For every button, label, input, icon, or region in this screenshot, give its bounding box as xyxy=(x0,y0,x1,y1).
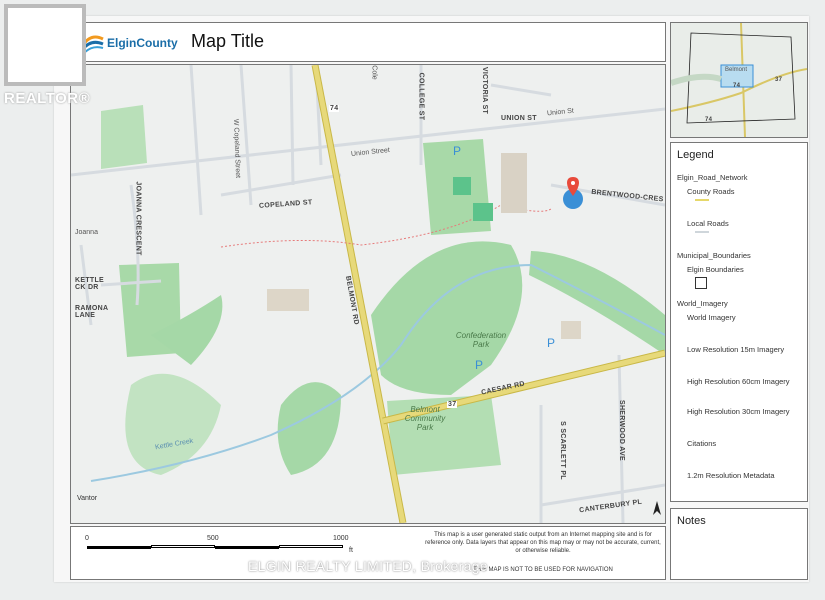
legend-title: Legend xyxy=(677,149,714,161)
street-label: Cole xyxy=(370,65,378,80)
legend-item: Elgin Boundaries xyxy=(687,265,744,274)
notes-panel: Notes xyxy=(670,508,808,580)
scale-bar-segment xyxy=(87,546,151,549)
sports-field xyxy=(473,203,493,221)
street-label: Joanna xyxy=(75,229,98,236)
park-area-north xyxy=(101,105,147,169)
realtor-label: REALTOR® xyxy=(4,90,91,107)
map-title: Map Title xyxy=(191,31,265,51)
street-label: COLLEGE ST xyxy=(417,72,425,121)
legend-item: County Roads xyxy=(687,187,735,196)
scale-bar-segment xyxy=(279,545,343,548)
legend-group: World_Imagery xyxy=(677,299,728,308)
north-arrow-icon xyxy=(653,501,661,515)
scale-bar-segment xyxy=(215,546,279,549)
scale-bar-segment xyxy=(151,545,215,548)
park-label: Belmont Community Park xyxy=(404,405,446,432)
legend-item: Citations xyxy=(687,439,717,448)
scale-tick: 500 xyxy=(207,535,219,542)
legend-item: Local Roads xyxy=(687,219,729,228)
disclaimer-text: This map is a user generated static outp… xyxy=(425,532,661,554)
legend-item: High Resolution 60cm Imagery xyxy=(687,377,790,386)
confederation-park-area xyxy=(371,241,523,395)
scale-tick: 1000 xyxy=(333,535,349,542)
park-area-southwest xyxy=(125,373,221,475)
legend-item: 1.2m Resolution Metadata xyxy=(687,471,775,480)
overview-map[interactable]: Belmont 74 37 74 xyxy=(670,22,808,138)
overview-place-label: Belmont xyxy=(725,67,748,73)
legend-item: High Resolution 30cm Imagery xyxy=(687,407,790,416)
realtor-watermark: REALTOR® xyxy=(0,0,98,110)
overview-road-label: 74 xyxy=(705,117,713,123)
legend-panel: Legend Elgin_Road_Network County Roads L… xyxy=(670,142,808,502)
parking-icon: P xyxy=(547,336,555,350)
logo-text: ElginCounty xyxy=(107,36,178,50)
legend-item: Low Resolution 15m Imagery xyxy=(687,345,785,354)
realtor-logo-icon xyxy=(4,4,86,86)
overview-road-label: 37 xyxy=(775,77,783,83)
street-label: SHERWOOD AVE xyxy=(618,399,626,462)
map-attribution: Vantor xyxy=(77,495,98,502)
street-label: KETTLE CK DR xyxy=(75,277,105,291)
scale-tick: 0 xyxy=(85,535,89,542)
street-label: RAMONA LANE xyxy=(75,305,109,319)
street-label: UNION ST xyxy=(501,115,537,122)
legend-group: Elgin_Road_Network xyxy=(677,173,748,182)
street-label: S SCARLETT PL xyxy=(558,421,566,480)
legend-item: World Imagery xyxy=(687,313,736,322)
building xyxy=(267,289,309,311)
park-label: Confederation Park xyxy=(455,331,507,349)
overview-canvas xyxy=(671,23,807,137)
parking-icon: P xyxy=(475,358,483,372)
parking-icon: P xyxy=(453,144,461,158)
sports-field xyxy=(453,177,471,195)
brokerage-watermark: ELGIN REALTY LIMITED, Brokerage xyxy=(248,558,488,574)
map-header: ElginCounty Map Title xyxy=(70,22,666,62)
map-canvas: P P P xyxy=(71,65,665,523)
county-roads-swatch xyxy=(695,199,709,201)
overview-road-label: 74 xyxy=(733,83,741,89)
street-label: VICTORIA ST xyxy=(481,66,489,115)
legend-group: Municipal_Boundaries xyxy=(677,251,751,260)
local-roads-swatch xyxy=(695,231,709,233)
map-view[interactable]: P P P UNION ST Union Street Union St COL… xyxy=(70,64,666,524)
building xyxy=(561,321,581,339)
elgin-boundaries-swatch xyxy=(695,277,707,289)
building xyxy=(501,153,527,213)
notes-title: Notes xyxy=(677,515,706,527)
highway-shield: 74 xyxy=(329,105,340,112)
street-label: JOANNA CRESCENT xyxy=(134,181,142,256)
scale-unit: ft xyxy=(349,547,353,554)
